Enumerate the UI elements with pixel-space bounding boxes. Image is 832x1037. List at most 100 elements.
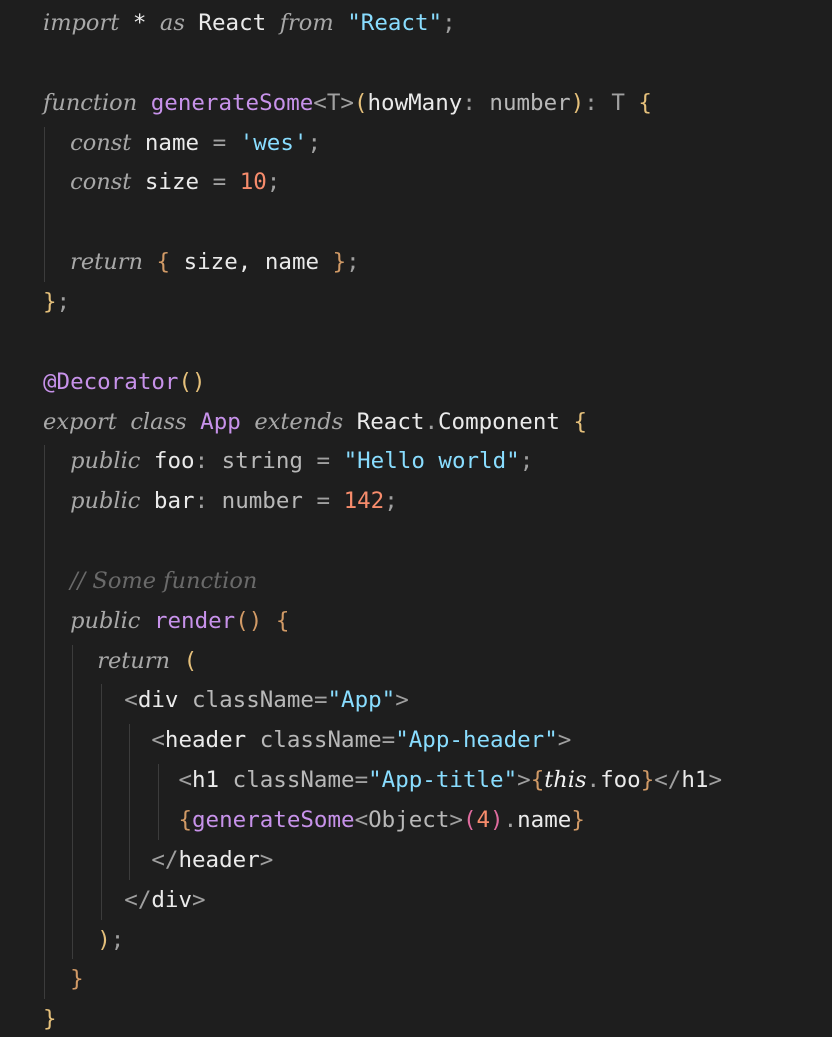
code-token: {: [530, 767, 545, 794]
code-line[interactable]: import * as React from "React";: [43, 3, 456, 43]
code-token: React: [343, 408, 425, 435]
code-token: className: [178, 687, 314, 714]
code-token: React: [184, 10, 280, 36]
code-token: App: [200, 408, 241, 435]
code-token: string: [221, 448, 317, 475]
code-token: }: [43, 288, 57, 315]
code-token: foo: [600, 767, 641, 794]
code-token: number: [489, 89, 571, 116]
indent-guide: [158, 764, 159, 840]
code-token: "App-title": [368, 767, 518, 794]
code-token: howMany: [367, 89, 463, 116]
code-token: generateSome: [192, 807, 355, 833]
indent-guide: [44, 126, 45, 282]
code-token: {: [573, 408, 588, 435]
code-token: .: [586, 767, 601, 794]
code-token: .: [503, 807, 518, 833]
code-line[interactable]: return (: [43, 641, 197, 681]
code-token: {: [275, 607, 290, 634]
code-line[interactable]: }: [43, 959, 84, 999]
code-line[interactable]: public render() {: [43, 601, 289, 641]
code-token: const: [70, 129, 132, 156]
code-line[interactable]: // Some function: [43, 561, 257, 601]
code-token: ): [97, 926, 111, 953]
code-line[interactable]: public bar: number = 142;: [43, 481, 398, 521]
code-token: ;: [56, 288, 71, 315]
code-token: number: [221, 488, 317, 515]
code-token: </: [124, 886, 152, 913]
code-token: >: [517, 767, 531, 794]
code-line[interactable]: export class App extends React.Component…: [43, 402, 587, 442]
code-token: =: [316, 448, 344, 475]
code-editor[interactable]: import * as React from "React"; function …: [0, 0, 832, 1037]
code-token: </: [151, 846, 179, 873]
code-token: div: [151, 886, 193, 913]
code-token: from: [279, 10, 334, 36]
code-line[interactable]: const size = 10;: [43, 162, 280, 202]
code-line[interactable]: };: [43, 282, 70, 322]
code-line[interactable]: function generateSome<T>(howMany: number…: [43, 83, 652, 123]
code-token: name: [131, 129, 213, 156]
code-line[interactable]: return { size, name };: [43, 242, 360, 282]
code-line[interactable]: const name = 'wes';: [43, 123, 321, 163]
code-token: (: [462, 807, 477, 833]
code-token: // Some function: [70, 567, 258, 594]
code-line[interactable]: public foo: string = "Hello world";: [43, 441, 533, 481]
code-token: className: [219, 767, 355, 794]
code-token: >: [395, 687, 409, 714]
code-token: *: [119, 10, 160, 36]
code-token: 142: [343, 488, 385, 515]
code-line[interactable]: </header>: [43, 840, 273, 880]
code-token: ;: [307, 129, 321, 156]
code-token: ;: [442, 10, 456, 36]
code-token: >: [259, 846, 274, 873]
code-token: >: [557, 727, 572, 754]
code-token: <T>: [313, 89, 354, 116]
code-token: 10: [239, 169, 267, 196]
code-token: h1: [192, 767, 220, 794]
code-token: =: [316, 488, 344, 515]
code-line[interactable]: }: [43, 999, 57, 1037]
code-token: {: [178, 807, 193, 833]
code-token: "React": [347, 10, 443, 36]
code-token: h1: [681, 767, 709, 794]
code-line[interactable]: @Decorator(): [43, 362, 206, 402]
code-token: {: [156, 249, 171, 276]
code-token: @Decorator: [43, 368, 179, 395]
code-line[interactable]: );: [43, 920, 124, 960]
code-line[interactable]: {generateSome<Object>(4).name}: [43, 800, 585, 840]
code-token: 'wes': [239, 129, 308, 156]
code-token: return: [70, 249, 143, 276]
code-line[interactable]: <header className="App-header">: [43, 720, 571, 760]
code-token: this: [544, 767, 587, 794]
code-token: "App-header": [395, 727, 558, 754]
code-token: }: [640, 767, 655, 794]
code-line[interactable]: </div>: [43, 880, 205, 920]
code-token: public: [70, 448, 141, 475]
code-token: Object: [368, 807, 450, 833]
code-token: >: [708, 767, 722, 794]
code-token: as: [159, 10, 185, 36]
code-token: :: [194, 448, 222, 475]
code-token: name: [517, 807, 572, 833]
code-line[interactable]: <div className="App">: [43, 680, 409, 720]
code-token: =: [212, 129, 240, 156]
code-token: :: [194, 488, 222, 515]
code-line[interactable]: <h1 className="App-title">{this.foo}</h1…: [43, 760, 722, 800]
code-token: =: [313, 687, 328, 714]
code-token: ;: [110, 926, 125, 953]
code-token: }: [571, 807, 585, 833]
code-token: ;: [519, 448, 534, 475]
code-token: <: [151, 727, 165, 754]
code-token: render: [153, 607, 236, 634]
